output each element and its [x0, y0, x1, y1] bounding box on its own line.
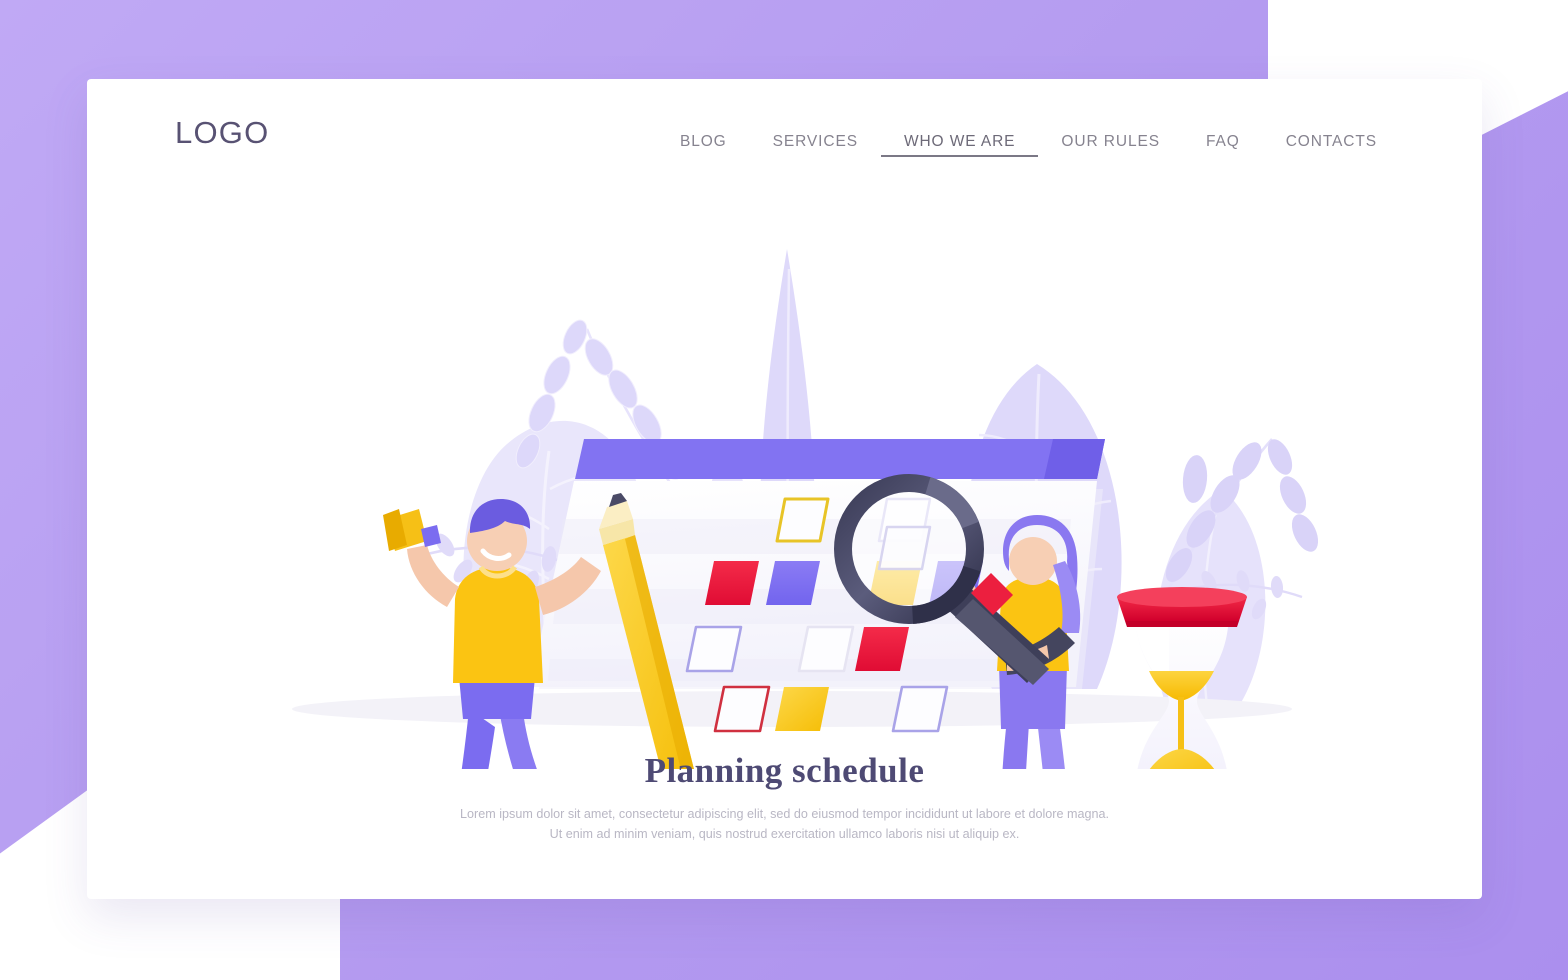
hero-subtitle: Lorem ipsum dolor sit amet, consectetur …	[87, 805, 1482, 844]
nav-item-our-rules[interactable]: OUR RULES	[1038, 129, 1183, 157]
cal-cell-r3c4	[855, 627, 909, 671]
logo[interactable]: LOGO	[175, 115, 269, 151]
cal-cell-r2c2	[766, 561, 820, 605]
cal-cell-r4c5	[891, 685, 949, 733]
nav-item-who-we-are[interactable]: WHO WE ARE	[880, 129, 1039, 157]
main-navigation: BLOG SERVICES WHO WE ARE OUR RULES FAQ C…	[657, 129, 1400, 157]
cal-cell-r4c3	[775, 687, 829, 731]
cal-cell-r1c3	[775, 497, 830, 543]
landing-page-card: LOGO BLOG SERVICES WHO WE ARE OUR RULES …	[87, 79, 1482, 899]
hero-subtitle-line-1: Lorem ipsum dolor sit amet, consectetur …	[460, 807, 1109, 821]
megaphone-icon	[383, 509, 441, 551]
cal-cell-r2c1	[705, 561, 759, 605]
nav-item-blog[interactable]: BLOG	[657, 129, 750, 157]
page-title: Planning schedule	[644, 751, 925, 790]
cal-cell-r3c3	[797, 625, 855, 673]
hero-subtitle-line-2: Ut enim ad minim veniam, quis nostrud ex…	[549, 826, 1020, 841]
nav-item-contacts[interactable]: CONTACTS	[1263, 129, 1400, 157]
cal-cell-r4c2	[713, 685, 771, 733]
hero-illustration	[87, 189, 1482, 769]
hero-caption: Planning schedule Lorem ipsum dolor sit …	[87, 751, 1482, 844]
nav-item-services[interactable]: SERVICES	[750, 129, 881, 157]
nav-item-faq[interactable]: FAQ	[1183, 129, 1263, 157]
cal-cell-r3c1	[685, 625, 743, 673]
